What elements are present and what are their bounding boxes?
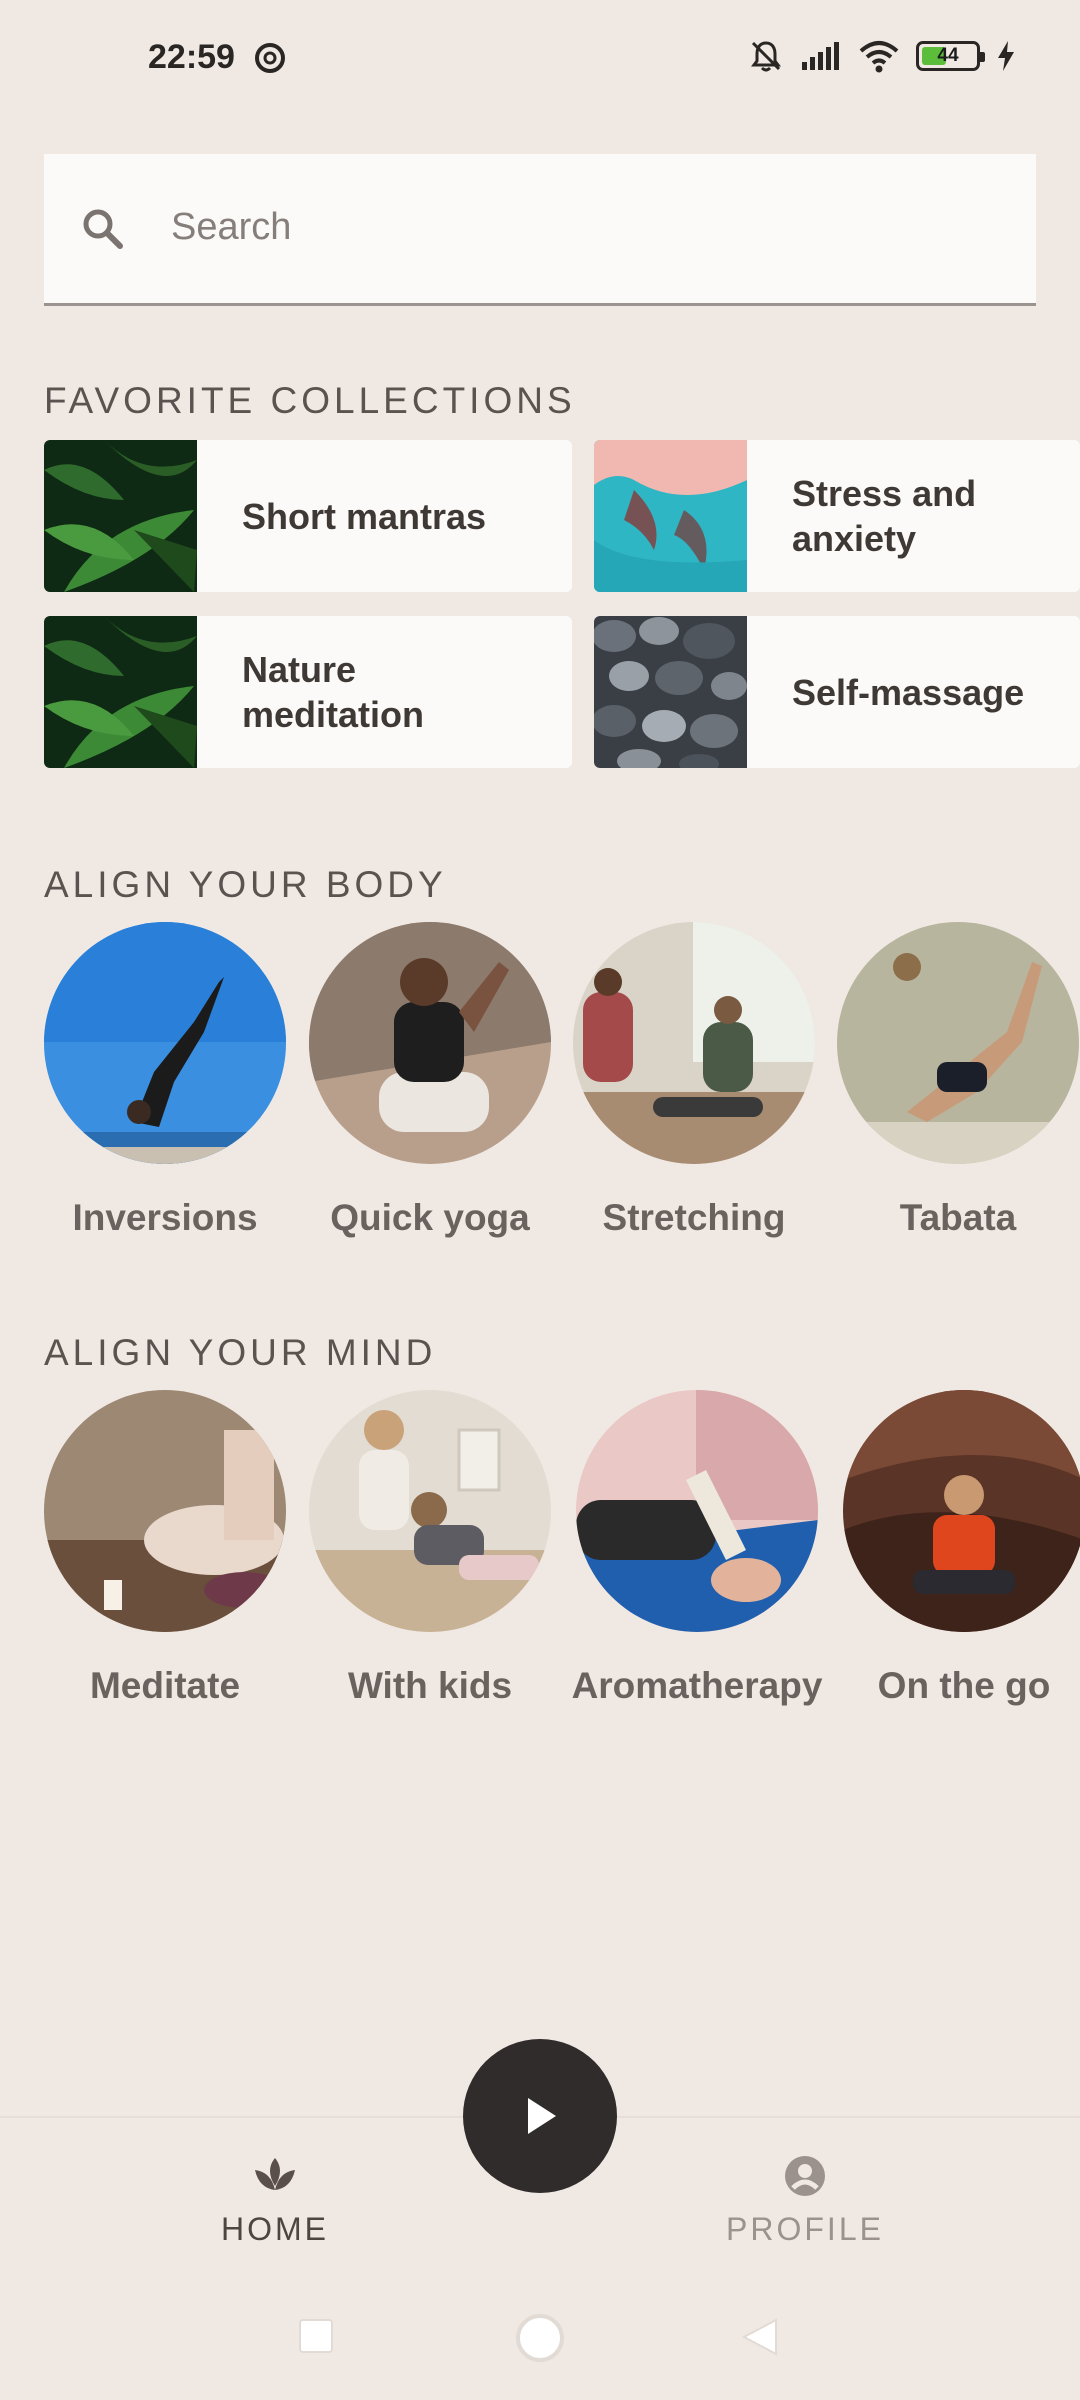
play-icon	[528, 2098, 556, 2134]
search-placeholder: Search	[171, 206, 292, 248]
search-icon	[83, 209, 123, 249]
profile-icon	[785, 2156, 825, 2196]
aromatherapy-image	[576, 1390, 818, 1632]
quick-yoga-image	[309, 922, 551, 1164]
collection-card-self-massage[interactable]: Self-massage	[594, 616, 1080, 768]
on-the-go-image	[843, 1390, 1080, 1632]
mind-section-title: ALIGN YOUR MIND	[44, 1332, 437, 1373]
play-button[interactable]	[463, 2039, 617, 2193]
collection-label: Nature meditation	[242, 649, 425, 735]
leaves-thumbnail	[44, 616, 197, 768]
mute-bell-icon	[751, 41, 781, 72]
body-section-title: ALIGN YOUR BODY	[44, 864, 447, 905]
mind-item-meditate[interactable]: Meditate	[35, 1390, 295, 1707]
body-item-quick-yoga[interactable]: Quick yoga	[300, 922, 560, 1239]
pebbles-thumbnail	[594, 616, 747, 768]
nav-home-label: HOME	[221, 2211, 329, 2247]
nav-profile-label: PROFILE	[726, 2211, 884, 2247]
search-bar[interactable]: Search	[44, 154, 1036, 306]
tabata-image	[837, 922, 1079, 1164]
signal-icon	[802, 42, 839, 70]
mind-item-label: With kids	[347, 1665, 513, 1706]
nav-profile[interactable]: PROFILE	[685, 2154, 925, 2248]
body-item-tabata[interactable]: Tabata	[828, 922, 1080, 1239]
charging-icon	[998, 41, 1014, 71]
body-item-label: Inversions	[72, 1197, 258, 1238]
body-item-stretching[interactable]: Stretching	[564, 922, 824, 1239]
sync-icon	[255, 43, 285, 73]
collection-card-stress-anxiety[interactable]: Stress and anxiety	[594, 440, 1080, 592]
lotus-icon	[255, 2158, 295, 2190]
mind-item-label: Meditate	[89, 1665, 241, 1706]
status-bar: 22:59 44	[0, 0, 1080, 120]
system-nav-bar	[0, 2290, 1080, 2400]
mind-item-with-kids[interactable]: With kids	[300, 1390, 560, 1707]
home-circle-icon[interactable]	[514, 2312, 566, 2364]
recents-icon[interactable]	[298, 2318, 334, 2354]
collection-card-short-mantras[interactable]: Short mantras	[44, 440, 572, 592]
body-item-label: Quick yoga	[330, 1197, 530, 1238]
leaves-thumbnail	[44, 440, 197, 592]
body-item-label: Tabata	[899, 1197, 1017, 1238]
battery-indicator: 44	[916, 41, 985, 71]
collection-label: Self-massage	[792, 671, 1025, 713]
sea-thumbnail	[594, 440, 747, 592]
collection-label: Stress and anxiety	[792, 473, 977, 559]
clock: 22:59	[148, 38, 235, 76]
mind-item-on-the-go[interactable]: On the go	[834, 1390, 1080, 1707]
stretching-image	[573, 922, 815, 1164]
wifi-icon	[859, 41, 899, 73]
favorites-title: FAVORITE COLLECTIONS	[44, 380, 576, 421]
back-icon[interactable]	[742, 2318, 778, 2356]
body-item-label: Stretching	[602, 1197, 786, 1238]
meditate-image	[44, 1390, 286, 1632]
body-item-inversions[interactable]: Inversions	[35, 922, 295, 1239]
mind-item-aromatherapy[interactable]: Aromatherapy	[567, 1390, 827, 1707]
collection-label: Short mantras	[242, 495, 487, 537]
nav-home[interactable]: HOME	[155, 2154, 395, 2248]
with-kids-image	[309, 1390, 551, 1632]
inversions-image	[44, 922, 286, 1164]
mind-item-label: On the go	[877, 1665, 1051, 1706]
mind-item-label: Aromatherapy	[571, 1665, 823, 1706]
collection-card-nature-meditation[interactable]: Nature meditation	[44, 616, 572, 768]
